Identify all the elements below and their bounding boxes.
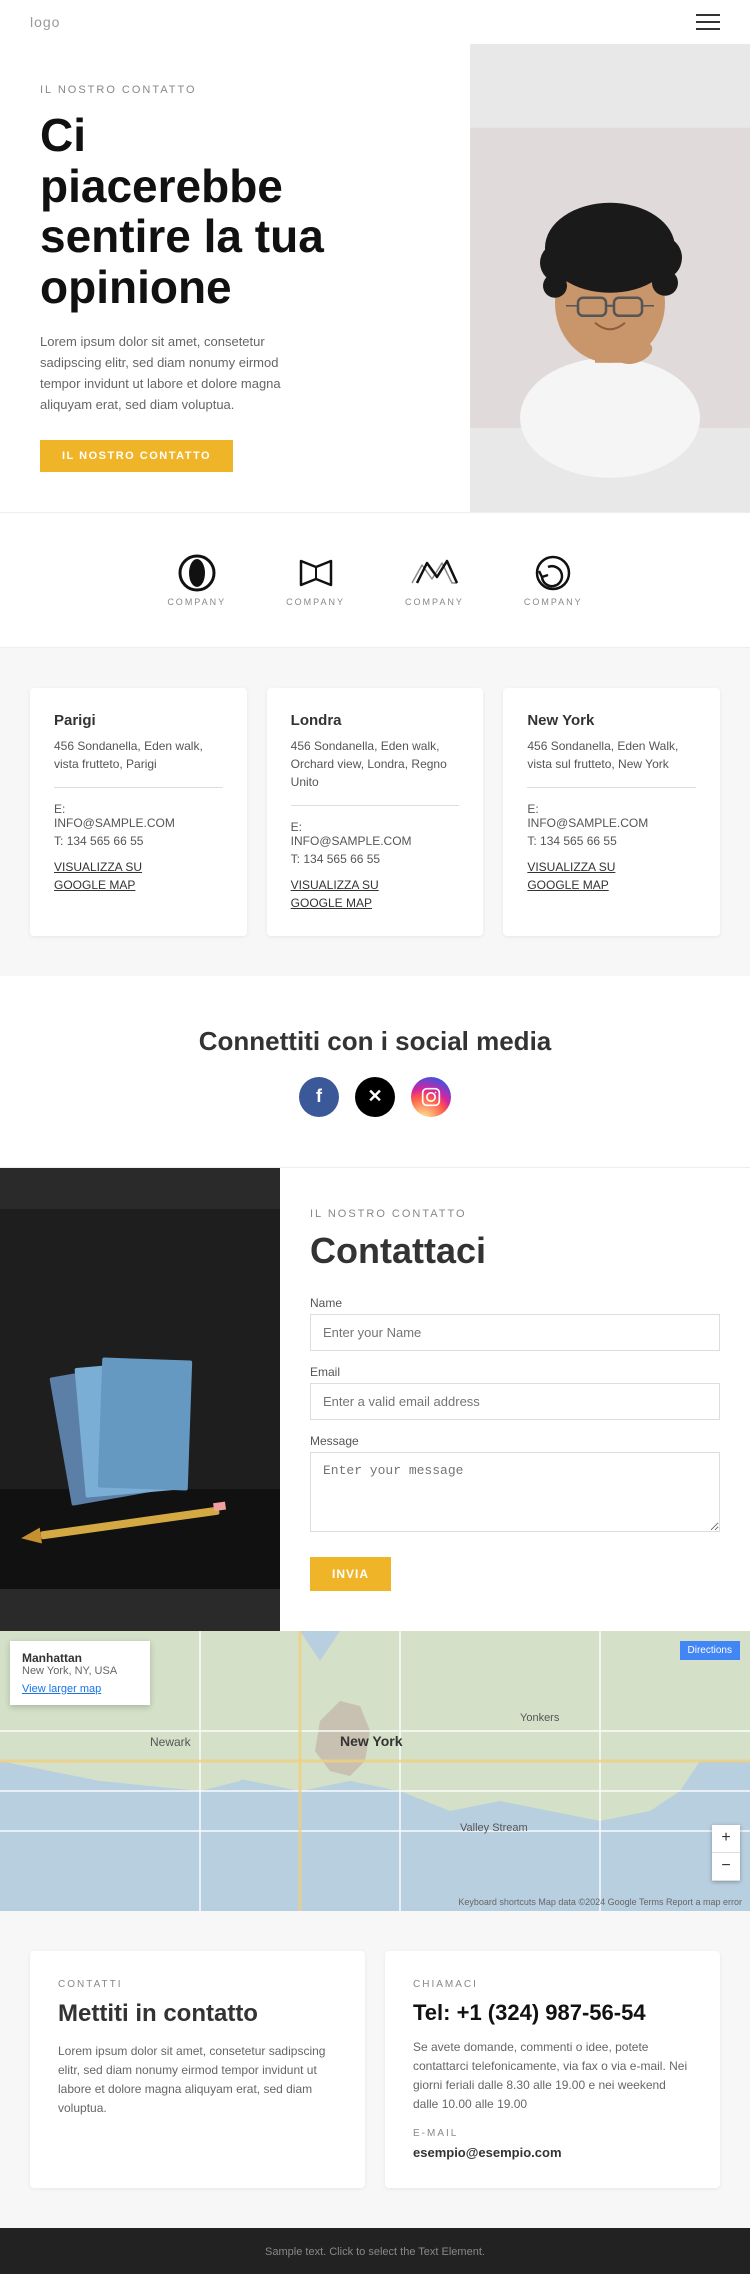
office-email-1: E: INFO@SAMPLE.COM <box>54 802 223 830</box>
map-overlay: Manhattan New York, NY, USA View larger … <box>10 1641 150 1705</box>
hero-title: Ci piacerebbe sentire la tua opinione <box>40 110 440 312</box>
contact-left-title: Mettiti in contatto <box>58 2000 337 2028</box>
office-phone-3: T: 134 565 66 55 <box>527 834 696 848</box>
map-zoom-out[interactable]: − <box>712 1853 740 1881</box>
svg-text:Valley Stream: Valley Stream <box>460 1822 528 1834</box>
svg-text:Yonkers: Yonkers <box>520 1712 560 1724</box>
office-map-link-3[interactable]: VISUALIZZA SU GOOGLE MAP <box>527 858 696 894</box>
map-city: Manhattan <box>22 1651 138 1665</box>
phone-number: Tel: +1 (324) 987-56-54 <box>413 2000 692 2026</box>
call-description: Se avete domande, commenti o idee, potet… <box>413 2038 692 2115</box>
email-section-label: E-MAIL <box>413 2128 692 2139</box>
contact-left-label: CONTATTI <box>58 1979 337 1990</box>
office-phone-2: T: 134 565 66 55 <box>291 852 460 866</box>
office-map-link-1[interactable]: VISUALIZZA SU GOOGLE MAP <box>54 858 223 894</box>
logo-label-1: COMPANY <box>167 597 226 607</box>
logo-item-4: COMPANY <box>524 553 583 607</box>
form-group-name: Name <box>310 1296 720 1351</box>
header: logo <box>0 0 750 44</box>
office-map-link-2[interactable]: VISUALIZZA SU GOOGLE MAP <box>291 876 460 912</box>
svg-text:Newark: Newark <box>150 1735 192 1749</box>
hero-section: IL NOSTRO CONTATTO Ci piacerebbe sentire… <box>0 44 750 513</box>
form-group-message: Message <box>310 1434 720 1537</box>
logo-item-2: COMPANY <box>286 553 345 607</box>
hero-label: IL NOSTRO CONTATTO <box>40 84 440 96</box>
map-zoom-in[interactable]: + <box>712 1825 740 1853</box>
office-city-3: New York <box>527 712 696 729</box>
map-view-larger[interactable]: View larger map <box>22 1683 138 1695</box>
contact-form-title: Contattaci <box>310 1230 720 1272</box>
office-card-parigi: Parigi 456 Sondanella, Eden walk, vista … <box>30 688 247 936</box>
social-section: Connettiti con i social media f ✕ <box>0 976 750 1168</box>
contact-image <box>0 1168 280 1631</box>
hero-image <box>470 44 750 512</box>
office-email-3: E: INFO@SAMPLE.COM <box>527 802 696 830</box>
logo-label-4: COMPANY <box>524 597 583 607</box>
map-zoom-controls: + − <box>712 1825 740 1881</box>
logo-label-3: COMPANY <box>405 597 464 607</box>
name-label: Name <box>310 1296 720 1310</box>
office-address-1: 456 Sondanella, Eden walk, vista fruttet… <box>54 737 223 773</box>
social-title: Connettiti con i social media <box>30 1026 720 1057</box>
map-state: New York, NY, USA <box>22 1665 138 1677</box>
logo: logo <box>30 14 60 30</box>
contact-form-label: IL NOSTRO CONTATTO <box>310 1208 720 1220</box>
contact-form-section: IL NOSTRO CONTATTO Contattaci Name Email… <box>0 1168 750 1631</box>
office-address-3: 456 Sondanella, Eden Walk, vista sul fru… <box>527 737 696 773</box>
contact-form-area: IL NOSTRO CONTATTO Contattaci Name Email… <box>280 1168 750 1631</box>
office-email-2: E: INFO@SAMPLE.COM <box>291 820 460 848</box>
office-address-2: 456 Sondanella, Eden walk, Orchard view,… <box>291 737 460 791</box>
submit-button[interactable]: INVIA <box>310 1557 391 1591</box>
bottom-contact-section: CONTATTI Mettiti in contatto Lorem ipsum… <box>0 1911 750 2229</box>
email-value: esempio@esempio.com <box>413 2145 692 2160</box>
instagram-icon[interactable] <box>411 1077 451 1117</box>
name-input[interactable] <box>310 1314 720 1351</box>
message-label: Message <box>310 1434 720 1448</box>
office-phone-1: T: 134 565 66 55 <box>54 834 223 848</box>
social-icons-group: f ✕ <box>30 1077 720 1117</box>
svg-text:New York: New York <box>340 1733 403 1749</box>
footer-text: Sample text. Click to select the Text El… <box>265 2246 485 2258</box>
offices-section: Parigi 456 Sondanella, Eden walk, vista … <box>0 648 750 976</box>
hero-description: Lorem ipsum dolor sit amet, consetetur s… <box>40 332 300 415</box>
map-directions-button[interactable]: Directions <box>680 1641 740 1660</box>
logos-section: COMPANY COMPANY COMPANY COMPANY <box>0 513 750 648</box>
email-input[interactable] <box>310 1383 720 1420</box>
facebook-icon[interactable]: f <box>299 1077 339 1117</box>
footer: Sample text. Click to select the Text El… <box>0 2228 750 2274</box>
map-placeholder: New York Newark Yonkers Valley Stream Ma… <box>0 1631 750 1911</box>
twitter-x-icon[interactable]: ✕ <box>355 1077 395 1117</box>
form-group-email: Email <box>310 1365 720 1420</box>
logo-item-1: COMPANY <box>167 553 226 607</box>
office-city-1: Parigi <box>54 712 223 729</box>
logo-label-2: COMPANY <box>286 597 345 607</box>
office-card-londra: Londra 456 Sondanella, Eden walk, Orchar… <box>267 688 484 936</box>
logo-item-3: COMPANY <box>405 553 464 607</box>
hero-content: IL NOSTRO CONTATTO Ci piacerebbe sentire… <box>0 44 470 512</box>
map-attribution: Keyboard shortcuts Map data ©2024 Google… <box>458 1897 742 1907</box>
contact-right-label: CHIAMACI <box>413 1979 692 1990</box>
contact-right-card: CHIAMACI Tel: +1 (324) 987-56-54 Se avet… <box>385 1951 720 2189</box>
hero-cta-button[interactable]: IL NOSTRO CONTATTO <box>40 440 233 472</box>
office-city-2: Londra <box>291 712 460 729</box>
office-card-newyork: New York 456 Sondanella, Eden Walk, vist… <box>503 688 720 936</box>
message-textarea[interactable] <box>310 1452 720 1532</box>
hamburger-menu[interactable] <box>696 14 720 30</box>
contact-left-card: CONTATTI Mettiti in contatto Lorem ipsum… <box>30 1951 365 2189</box>
map-section: New York Newark Yonkers Valley Stream Ma… <box>0 1631 750 1911</box>
contact-left-desc: Lorem ipsum dolor sit amet, consetetur s… <box>58 2042 337 2119</box>
email-label: Email <box>310 1365 720 1379</box>
